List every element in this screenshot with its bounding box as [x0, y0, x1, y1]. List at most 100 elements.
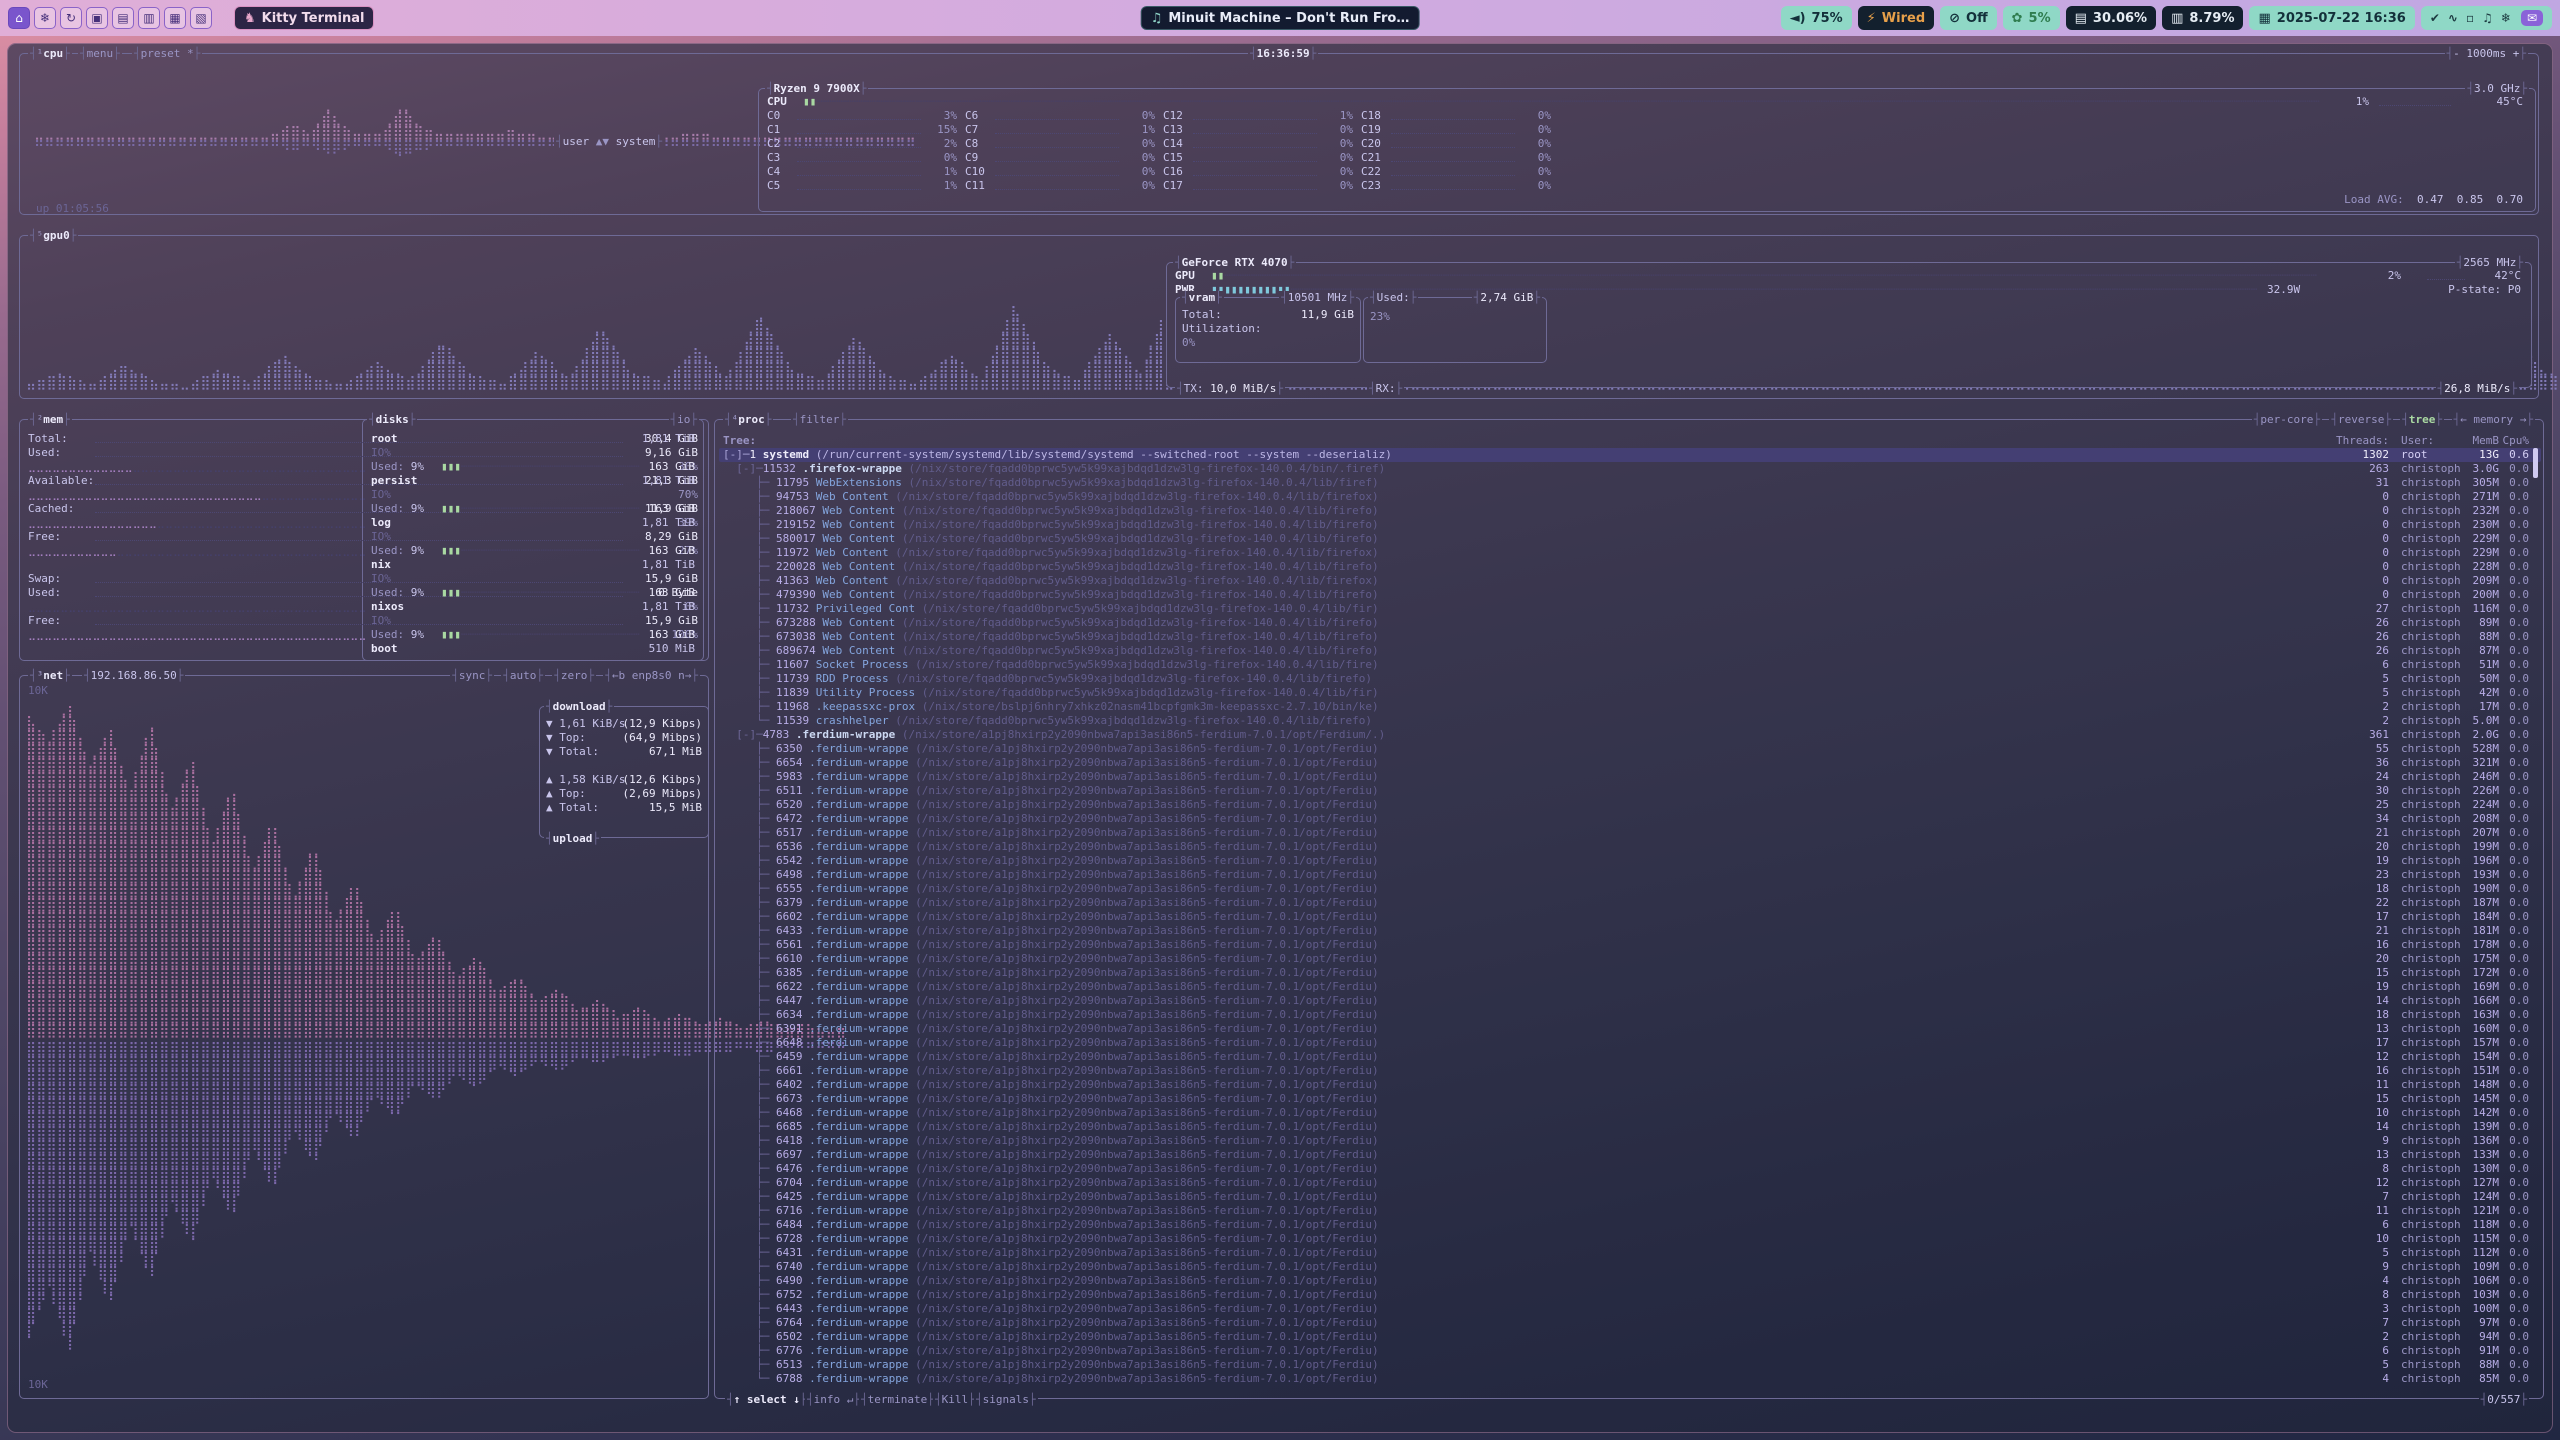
update-interval-control[interactable]: ┤- 1000ms +├ — [2445, 47, 2528, 61]
process-row[interactable]: ├─ 11739 RDD Process (/nix/store/fqadd0b… — [719, 672, 2541, 686]
net-button--b-enp8s0-n-[interactable]: ┤←b enp8s0 n→├ — [603, 669, 700, 683]
process-row[interactable]: ├─ 6776 .ferdium-wrappe (/nix/store/a1pj… — [719, 1344, 2541, 1358]
process-row[interactable]: ├─ 6716 .ferdium-wrappe (/nix/store/a1pj… — [719, 1204, 2541, 1218]
process-row[interactable]: ├─ 673288 Web Content (/nix/store/fqadd0… — [719, 616, 2541, 630]
net-button-auto[interactable]: ┤auto├ — [501, 669, 545, 683]
process-row[interactable]: ├─ 11795 WebExtensions (/nix/store/fqadd… — [719, 476, 2541, 490]
process-row[interactable]: ├─ 6673 .ferdium-wrappe (/nix/store/a1pj… — [719, 1092, 2541, 1106]
proc-footer-info-[interactable]: ┤info ↵├ — [805, 1393, 862, 1407]
cpu-box[interactable]: ┤¹cpu├┤menu├┤preset *├┤16:36:59├┤- 1000m… — [19, 53, 2539, 215]
proc-footer-terminate[interactable]: ┤terminate├ — [859, 1393, 936, 1407]
process-row[interactable]: ├─ 6418 .ferdium-wrappe (/nix/store/a1pj… — [719, 1134, 2541, 1148]
process-row[interactable]: ├─ 6517 .ferdium-wrappe (/nix/store/a1pj… — [719, 826, 2541, 840]
process-row[interactable]: [-]─1 systemd (/run/current-system/syste… — [719, 448, 2541, 462]
process-row[interactable]: ├─ 11839 Utility Process (/nix/store/fqa… — [719, 686, 2541, 700]
module-volume[interactable]: ◄)75% — [1781, 6, 1852, 30]
proc-scrollbar-thumb[interactable] — [2533, 448, 2538, 478]
process-row[interactable]: ├─ 219152 Web Content (/nix/store/fqadd0… — [719, 518, 2541, 532]
process-row[interactable]: ├─ 6431 .ferdium-wrappe (/nix/store/a1pj… — [719, 1246, 2541, 1260]
proc-box-title[interactable]: ┤⁴proc├ — [723, 413, 773, 427]
process-row[interactable]: ├─ 6468 .ferdium-wrappe (/nix/store/a1pj… — [719, 1106, 2541, 1120]
process-row[interactable]: ├─ 6602 .ferdium-wrappe (/nix/store/a1pj… — [719, 910, 2541, 924]
process-row[interactable]: ├─ 11972 Web Content (/nix/store/fqadd0b… — [719, 546, 2541, 560]
process-row[interactable]: ├─ 479390 Web Content (/nix/store/fqadd0… — [719, 588, 2541, 602]
process-row[interactable]: ├─ 6610 .ferdium-wrappe (/nix/store/a1pj… — [719, 952, 2541, 966]
proc-footer-signals[interactable]: ┤signals├ — [974, 1393, 1038, 1407]
workspace-5[interactable]: ▤ — [112, 7, 134, 29]
process-row[interactable]: ├─ 11968 .keepassxc-prox (/nix/store/bsl… — [719, 700, 2541, 714]
process-row[interactable]: ├─ 6476 .ferdium-wrappe (/nix/store/a1pj… — [719, 1162, 2541, 1176]
workspace-home[interactable]: ⌂ — [8, 7, 30, 29]
net-box[interactable]: ┤³net├┤192.168.86.50├┤sync├┤auto├┤zero├┤… — [19, 675, 709, 1399]
process-row[interactable]: ├─ 6484 .ferdium-wrappe (/nix/store/a1pj… — [719, 1218, 2541, 1232]
process-row[interactable]: ├─ 6764 .ferdium-wrappe (/nix/store/a1pj… — [719, 1316, 2541, 1330]
process-row[interactable]: ├─ 6391 .ferdium-wrappe (/nix/store/a1pj… — [719, 1022, 2541, 1036]
process-row[interactable]: ├─ 6704 .ferdium-wrappe (/nix/store/a1pj… — [719, 1176, 2541, 1190]
process-row[interactable]: ├─ 6459 .ferdium-wrappe (/nix/store/a1pj… — [719, 1050, 2541, 1064]
gpu-box-title[interactable]: ┤⁵gpu0├ — [28, 229, 78, 243]
mem-box[interactable]: ┤²mem├Total:30,4 GiBUsed:9,16 GiB⣀⣀⣀⣀⣀⣀⣀… — [19, 419, 709, 661]
preset-button[interactable]: ┤preset *├ — [132, 47, 202, 61]
process-row[interactable]: └─ 11539 crashhelper (/nix/store/fqadd0b… — [719, 714, 2541, 728]
process-row[interactable]: ├─ 6648 .ferdium-wrappe (/nix/store/a1pj… — [719, 1036, 2541, 1050]
proc-button--memory-[interactable]: ┤← memory →├ — [2452, 413, 2535, 427]
process-row[interactable]: ├─ 94753 Web Content (/nix/store/fqadd0b… — [719, 490, 2541, 504]
process-row[interactable]: ├─ 6447 .ferdium-wrappe (/nix/store/a1pj… — [719, 994, 2541, 1008]
cpu-box-title[interactable]: ┤¹cpu├ — [28, 47, 72, 61]
process-row[interactable]: └─ 6788 .ferdium-wrappe (/nix/store/a1pj… — [719, 1372, 2541, 1386]
net-button-sync[interactable]: ┤sync├ — [450, 669, 494, 683]
proc-header-threads[interactable]: Threads: — [2309, 434, 2389, 448]
disks-box-title[interactable]: ┤disks├ — [367, 413, 417, 427]
process-row[interactable]: ├─ 6555 .ferdium-wrappe (/nix/store/a1pj… — [719, 882, 2541, 896]
workspace-6[interactable]: ▥ — [138, 7, 160, 29]
process-row[interactable]: ├─ 41363 Web Content (/nix/store/fqadd0b… — [719, 574, 2541, 588]
active-window-pill[interactable]: ♞ Kitty Terminal — [234, 6, 374, 30]
proc-header-tree[interactable]: Tree: — [723, 434, 756, 448]
process-row[interactable]: ├─ 6490 .ferdium-wrappe (/nix/store/a1pj… — [719, 1274, 2541, 1288]
process-row[interactable]: ├─ 6654 .ferdium-wrappe (/nix/store/a1pj… — [719, 756, 2541, 770]
proc-header-cpu[interactable]: Cpu% — [2459, 434, 2529, 448]
process-row[interactable]: ├─ 6350 .ferdium-wrappe (/nix/store/a1pj… — [719, 742, 2541, 756]
process-row[interactable]: ├─ 673038 Web Content (/nix/store/fqadd0… — [719, 630, 2541, 644]
mem-box-title[interactable]: ┤²mem├ — [28, 413, 72, 427]
process-row[interactable]: ├─ 6402 .ferdium-wrappe (/nix/store/a1pj… — [719, 1078, 2541, 1092]
process-row[interactable]: ├─ 689674 Web Content (/nix/store/fqadd0… — [719, 644, 2541, 658]
module-clock[interactable]: ▦2025-07-22 16:36 — [2249, 6, 2414, 30]
workspace-cycle[interactable]: ↻ — [60, 7, 82, 29]
process-row[interactable]: ├─ 11732 Privileged Cont (/nix/store/fqa… — [719, 602, 2541, 616]
module-mute[interactable]: ⊘Off — [1940, 6, 1997, 30]
workspace-nix[interactable]: ❄ — [34, 7, 56, 29]
process-row[interactable]: ├─ 6728 .ferdium-wrappe (/nix/store/a1pj… — [719, 1232, 2541, 1246]
process-row[interactable]: ├─ 6385 .ferdium-wrappe (/nix/store/a1pj… — [719, 966, 2541, 980]
proc-box[interactable]: ┤⁴proc├┤filter├┤per-core├┤reverse├┤tree├… — [714, 419, 2544, 1399]
filter-button[interactable]: ┤filter├ — [791, 413, 848, 427]
proc-footer--select-[interactable]: ┤↑ select ↓├ — [725, 1393, 808, 1407]
process-row[interactable]: ├─ 6443 .ferdium-wrappe (/nix/store/a1pj… — [719, 1302, 2541, 1316]
process-row[interactable]: ├─ 6520 .ferdium-wrappe (/nix/store/a1pj… — [719, 798, 2541, 812]
process-row[interactable]: [-]─11532 .firefox-wrappe (/nix/store/fq… — [719, 462, 2541, 476]
process-row[interactable]: ├─ 220028 Web Content (/nix/store/fqadd0… — [719, 560, 2541, 574]
process-row[interactable]: ├─ 6685 .ferdium-wrappe (/nix/store/a1pj… — [719, 1120, 2541, 1134]
process-row[interactable]: ├─ 6752 .ferdium-wrappe (/nix/store/a1pj… — [719, 1288, 2541, 1302]
process-row[interactable]: ├─ 6425 .ferdium-wrappe (/nix/store/a1pj… — [719, 1190, 2541, 1204]
module-power-profile[interactable]: ✿5% — [2003, 6, 2060, 30]
menu-button[interactable]: ┤menu├ — [78, 47, 122, 61]
process-row[interactable]: ├─ 6379 .ferdium-wrappe (/nix/store/a1pj… — [719, 896, 2541, 910]
notification-bell-icon[interactable]: ✉ — [2521, 10, 2543, 26]
process-row[interactable]: ├─ 6634 .ferdium-wrappe (/nix/store/a1pj… — [719, 1008, 2541, 1022]
process-row[interactable]: [-]─4783 .ferdium-wrappe (/nix/store/a1p… — [719, 728, 2541, 742]
module-disk[interactable]: ▥8.79% — [2162, 6, 2243, 30]
process-row[interactable]: ├─ 6511 .ferdium-wrappe (/nix/store/a1pj… — [719, 784, 2541, 798]
proc-button-tree[interactable]: ┤tree├ — [2400, 413, 2444, 427]
proc-footer-Kill[interactable]: ┤Kill├ — [933, 1393, 977, 1407]
workspace-8[interactable]: ▧ — [190, 7, 212, 29]
process-row[interactable]: ├─ 11607 Socket Process (/nix/store/fqad… — [719, 658, 2541, 672]
process-row[interactable]: ├─ 6740 .ferdium-wrappe (/nix/store/a1pj… — [719, 1260, 2541, 1274]
music-pill[interactable]: ♫ Minuit Machine – Don't Run Fro… — [1141, 6, 1420, 30]
workspace-7[interactable]: ▦ — [164, 7, 186, 29]
process-row[interactable]: ├─ 6472 .ferdium-wrappe (/nix/store/a1pj… — [719, 812, 2541, 826]
process-row[interactable]: ├─ 6433 .ferdium-wrappe (/nix/store/a1pj… — [719, 924, 2541, 938]
gpu-box[interactable]: ┤⁵gpu0├⠀⠀⠀⠀⠀⠀⠀⠀⠀⠀⠀⠀⠀⠀⠀⠀⠀⠀⠀⠀⠀⠀⠀⠀⠀⠀⠀⠀⠀⠀⠀⠀⠀… — [19, 235, 2539, 399]
process-row[interactable]: ├─ 6513 .ferdium-wrappe (/nix/store/a1pj… — [719, 1358, 2541, 1372]
disks-io-toggle[interactable]: ┤io├ — [669, 413, 700, 427]
